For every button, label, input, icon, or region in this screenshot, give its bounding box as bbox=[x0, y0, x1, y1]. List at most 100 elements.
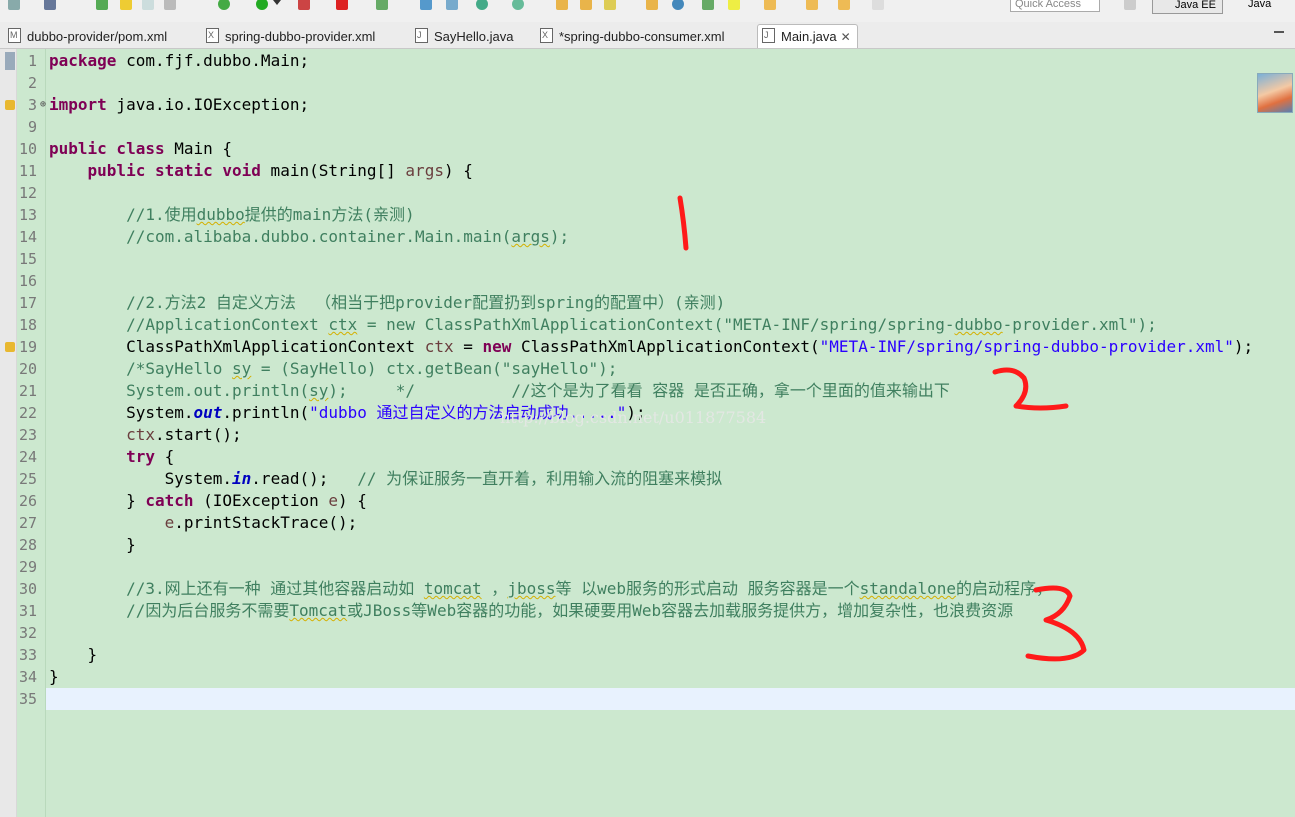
selection-marker-icon bbox=[5, 52, 15, 70]
server-icon[interactable] bbox=[420, 0, 432, 10]
code-line: System.in.read(); // 为保证服务一直开着，利用输入流的阻塞来… bbox=[49, 468, 723, 490]
code-line: ClassPathXmlApplicationContext ctx = new… bbox=[49, 336, 1253, 358]
line-number: 34 bbox=[18, 668, 37, 686]
dollar-icon[interactable] bbox=[512, 0, 524, 10]
comment-text: ); bbox=[549, 227, 570, 246]
tab-pom-xml[interactable]: Mdubbo-provider/pom.xml bbox=[8, 26, 167, 47]
overview-ruler bbox=[0, 49, 17, 817]
code-text: main(String[] bbox=[260, 161, 406, 180]
quick-access-field[interactable]: Quick Access bbox=[1010, 0, 1100, 12]
fold-expand-icon[interactable]: ⊕ bbox=[40, 99, 46, 110]
warning-marker-icon[interactable] bbox=[5, 100, 15, 110]
deploy-icon[interactable] bbox=[376, 0, 388, 10]
code-line: public static void main(String[] args) { bbox=[49, 160, 473, 182]
comment-text: = (SayHello) ctx.getBean("sayHello"); bbox=[251, 359, 618, 378]
comment-text: ， bbox=[481, 579, 508, 598]
globe-icon[interactable] bbox=[476, 0, 488, 10]
line-number: 16 bbox=[18, 272, 37, 290]
spelling-flag: dubbo bbox=[196, 205, 245, 224]
line-number: 2 bbox=[27, 74, 37, 92]
code-line: } bbox=[49, 666, 59, 688]
keyword: public class bbox=[49, 139, 165, 158]
package-icon[interactable] bbox=[646, 0, 658, 10]
debug-icon[interactable] bbox=[96, 0, 108, 10]
folder-icon[interactable] bbox=[556, 0, 568, 10]
code-text: .printStackTrace(); bbox=[174, 513, 358, 532]
back-icon[interactable] bbox=[806, 0, 818, 10]
run-icon[interactable] bbox=[256, 0, 268, 10]
pin-icon[interactable] bbox=[872, 0, 884, 10]
line-number: 12 bbox=[18, 184, 37, 202]
run-dropdown-icon[interactable] bbox=[273, 0, 281, 5]
code-text: (IOException bbox=[193, 491, 329, 510]
open-type-icon[interactable] bbox=[446, 0, 458, 10]
bug-icon[interactable] bbox=[218, 0, 230, 10]
keyword: public static void bbox=[87, 161, 261, 180]
comment-text: 或JBoss等Web容器的功能，如果硬要用Web容器去加载服务提供方，增加复杂性… bbox=[347, 601, 1014, 620]
stop-icon[interactable] bbox=[336, 0, 348, 10]
line-number: 33 bbox=[18, 646, 37, 664]
open-perspective-icon[interactable] bbox=[1124, 0, 1136, 10]
tab-label: spring-dubbo-provider.xml bbox=[225, 29, 376, 44]
line-number: 26 bbox=[18, 492, 37, 510]
lightbulb-icon[interactable] bbox=[728, 0, 740, 10]
code-text: } bbox=[126, 535, 136, 554]
next-annotation-icon[interactable] bbox=[702, 0, 714, 10]
forward-icon[interactable] bbox=[838, 0, 850, 10]
new-icon[interactable] bbox=[8, 0, 20, 10]
variable: args bbox=[405, 161, 444, 180]
comment-text: 提供的main方法(亲测) bbox=[244, 205, 415, 224]
external-tools-icon[interactable] bbox=[298, 0, 310, 10]
close-icon[interactable]: ✕ bbox=[841, 30, 851, 44]
build-icon[interactable] bbox=[164, 0, 176, 10]
comment-text: System.out.println( bbox=[126, 381, 310, 400]
code-comment: //3.网上还有一种 通过其他容器启动如 tomcat ，jboss等 以web… bbox=[49, 578, 1052, 600]
comment-text: = new ClassPathXmlApplicationContext("ME… bbox=[357, 315, 955, 334]
java-file-icon: J bbox=[415, 28, 428, 43]
line-number: 31 bbox=[18, 602, 37, 620]
code-text: } bbox=[126, 491, 146, 510]
up-arrow-icon[interactable] bbox=[764, 0, 776, 10]
tab-label: *spring-dubbo-consumer.xml bbox=[559, 29, 725, 44]
tab-main-java[interactable]: J Main.java ✕ bbox=[757, 24, 858, 48]
comment-text: 的启动程序， bbox=[955, 579, 1052, 598]
code-text: .println( bbox=[222, 403, 310, 422]
tab-spring-dubbo-consumer-xml[interactable]: X *spring-dubbo-consumer.xml bbox=[540, 26, 724, 47]
tab-sayhello-java[interactable]: J SayHello.java bbox=[415, 26, 514, 47]
spelling-flag: jboss bbox=[507, 579, 556, 598]
line-number: 18 bbox=[18, 316, 37, 334]
minimize-icon[interactable] bbox=[1274, 31, 1284, 33]
line-number: 15 bbox=[18, 250, 37, 268]
copy-icon[interactable] bbox=[142, 0, 154, 10]
code-line: public class Main { bbox=[49, 138, 232, 160]
code-line: } bbox=[49, 644, 98, 666]
wand-icon[interactable] bbox=[604, 0, 616, 10]
spelling-flag: sy bbox=[309, 381, 329, 400]
pencil-icon[interactable] bbox=[120, 0, 132, 10]
code-text: ) { bbox=[443, 161, 473, 180]
avatar bbox=[1257, 73, 1293, 113]
keyword: new bbox=[482, 337, 512, 356]
line-number: 14 bbox=[18, 228, 37, 246]
line-number: 22 bbox=[18, 404, 37, 422]
warning-marker-icon[interactable] bbox=[5, 342, 15, 352]
spelling-flag: tomcat bbox=[423, 579, 482, 598]
code-text: = bbox=[453, 337, 483, 356]
line-number: 17 bbox=[18, 294, 37, 312]
editor-tab-bar: Mdubbo-provider/pom.xml Xspring-dubbo-pr… bbox=[0, 22, 1295, 49]
variable: ctx bbox=[424, 337, 454, 356]
java-file-icon: J bbox=[762, 28, 775, 43]
save-icon[interactable] bbox=[44, 0, 56, 10]
perspective-java[interactable]: Java bbox=[1230, 0, 1271, 12]
code-text: ClassPathXmlApplicationContext( bbox=[511, 337, 820, 356]
folder-open-icon[interactable] bbox=[580, 0, 592, 10]
code-comment: //ApplicationContext ctx = new ClassPath… bbox=[49, 314, 1157, 336]
earth-icon[interactable] bbox=[672, 0, 684, 10]
tab-spring-dubbo-provider-xml[interactable]: Xspring-dubbo-provider.xml bbox=[206, 26, 375, 47]
comment-text: /*SayHello bbox=[126, 359, 233, 378]
comment-text: //com.alibaba.dubbo.container.Main.main( bbox=[126, 227, 512, 246]
variable: e bbox=[164, 513, 175, 532]
tab-label: SayHello.java bbox=[434, 29, 514, 44]
code-text: .start(); bbox=[154, 425, 242, 444]
perspective-java-ee[interactable]: Java EE bbox=[1152, 0, 1223, 14]
